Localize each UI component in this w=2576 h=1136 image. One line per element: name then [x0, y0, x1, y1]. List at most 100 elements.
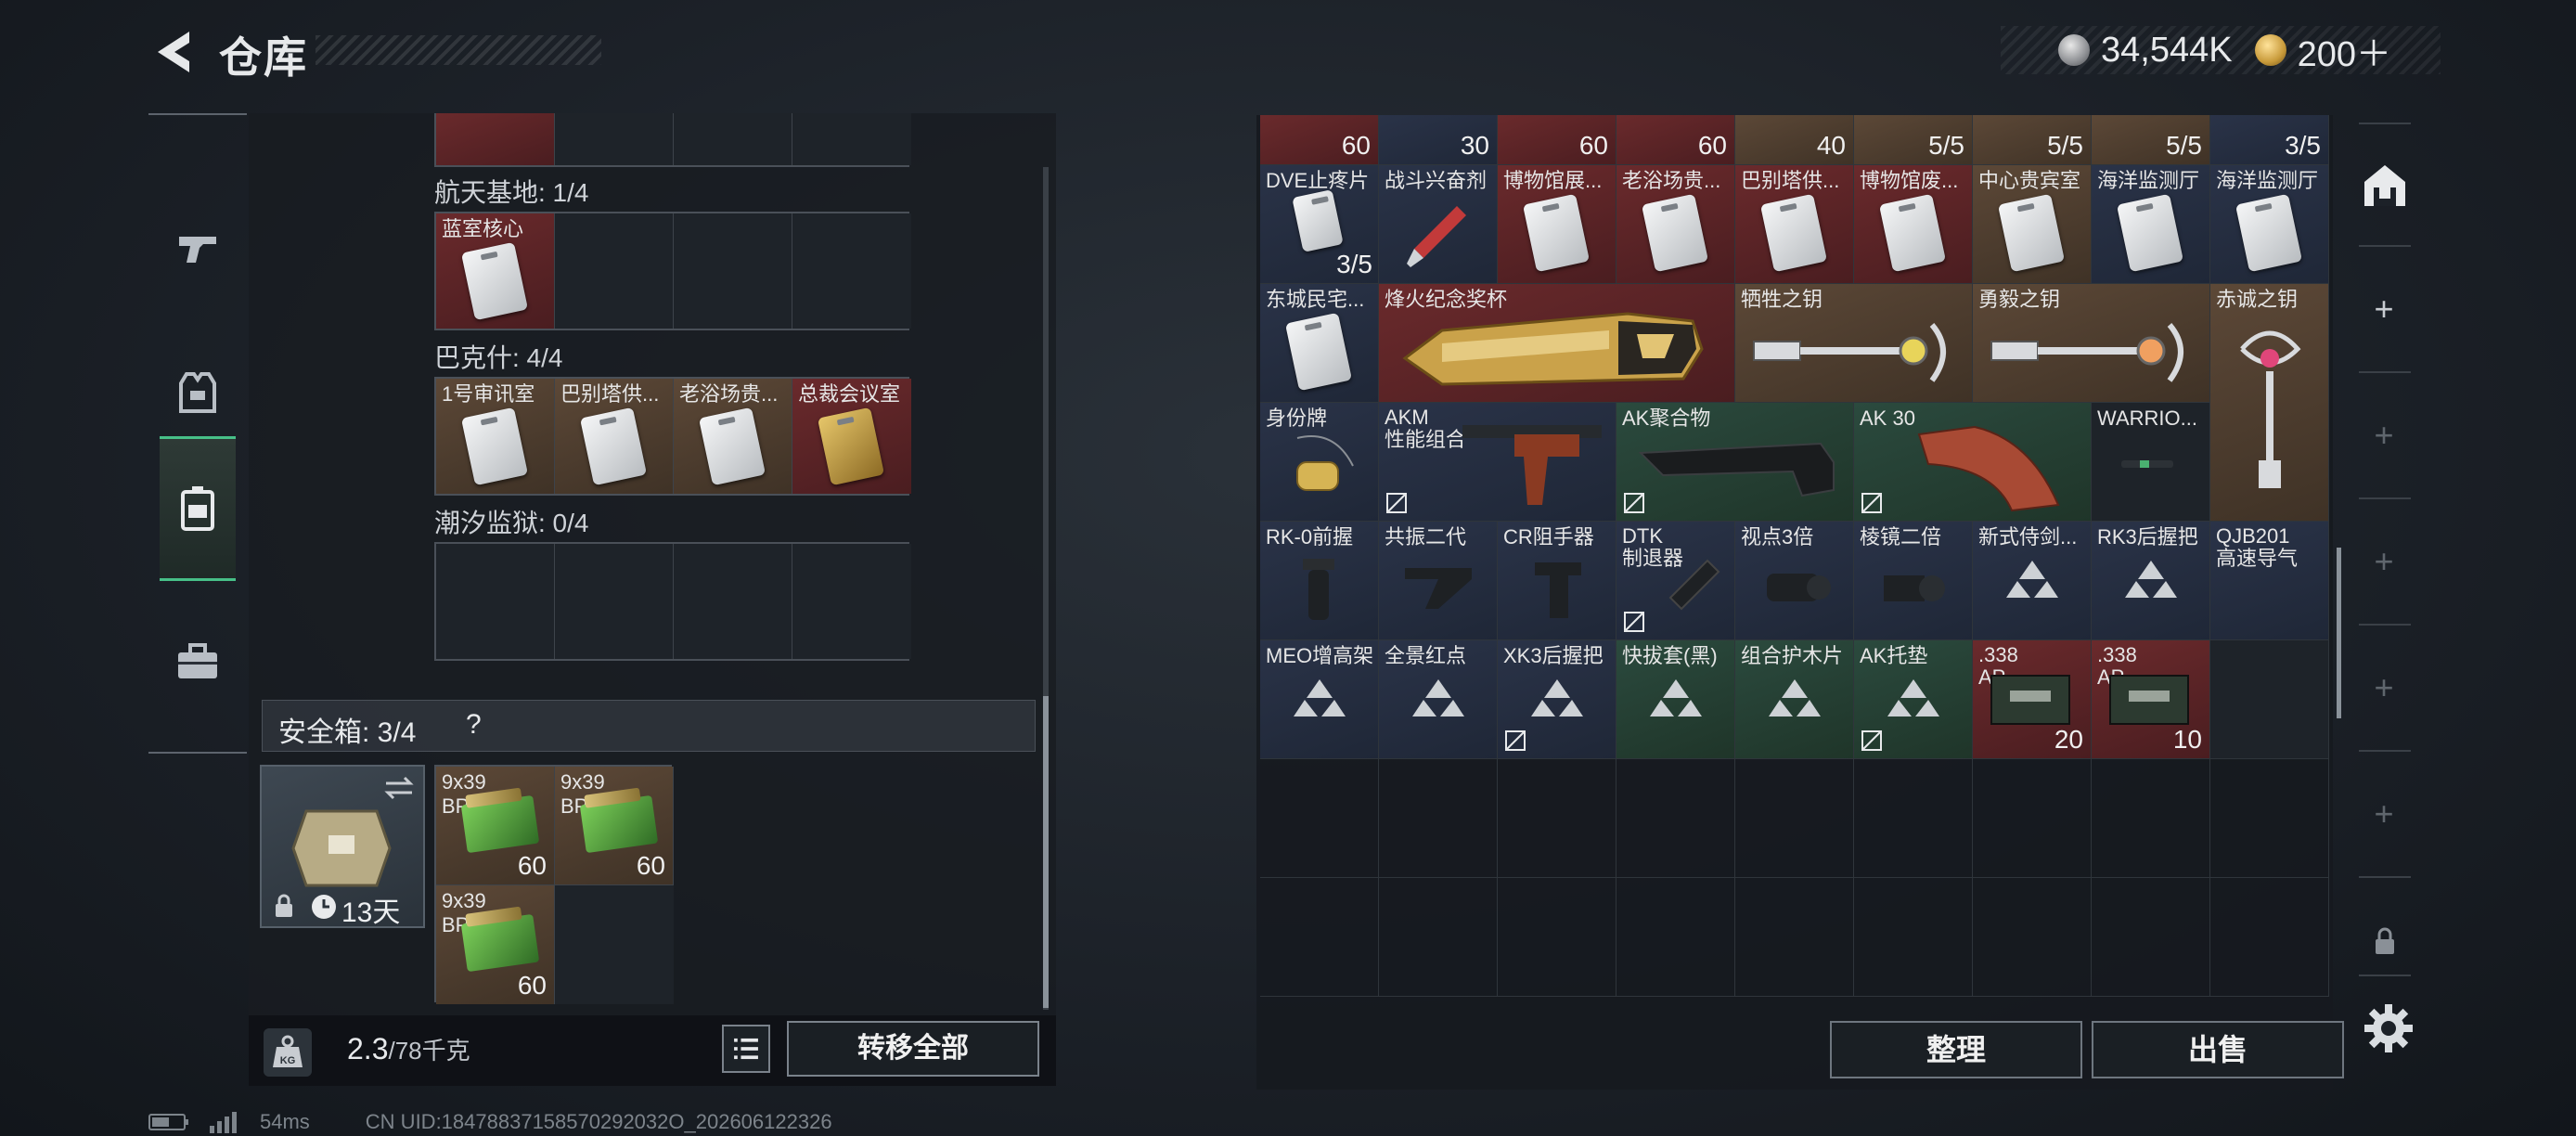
stash-slot[interactable]: DVE止疼片 3/5	[1260, 165, 1379, 284]
help-icon[interactable]: ?	[466, 709, 482, 741]
add-stash-page-icon[interactable]: +	[2370, 542, 2398, 581]
stash-slot[interactable]: 东城民宅...	[1260, 284, 1379, 403]
stash-slot[interactable]: RK3后握把	[2092, 522, 2210, 640]
empty-slot[interactable]	[1854, 759, 1973, 878]
stash-slot[interactable]: .338 AP 20	[1973, 640, 2092, 759]
empty-slot[interactable]	[674, 113, 792, 165]
stash-slot[interactable]: 战斗兴奋剂	[1379, 165, 1498, 284]
empty-slot[interactable]	[1616, 878, 1735, 997]
stash-slot[interactable]: 40	[1735, 115, 1854, 165]
stash-slot-wide[interactable]: AK聚合物	[1616, 403, 1854, 522]
empty-slot[interactable]	[1260, 759, 1379, 878]
safe-box-slot[interactable]: 13天	[260, 765, 425, 928]
empty-slot[interactable]	[1735, 878, 1854, 997]
stash-slot[interactable]: .338 AP 10	[2092, 640, 2210, 759]
stash-slot[interactable]: 老浴场贵...	[1616, 165, 1735, 284]
empty-slot[interactable]	[1379, 759, 1498, 878]
empty-slot[interactable]	[2210, 640, 2329, 759]
stash-slot[interactable]: DTK 制退器	[1616, 522, 1735, 640]
empty-slot[interactable]	[1379, 878, 1498, 997]
stash-slot[interactable]: 快拔套(黑)	[1616, 640, 1735, 759]
stash-slot[interactable]: 博物馆展...	[1498, 165, 1616, 284]
stash-slot[interactable]: AK托垫	[1854, 640, 1973, 759]
add-stash-page-icon[interactable]: +	[2370, 290, 2398, 329]
key-card-slot[interactable]: 1号审讯室	[436, 379, 555, 494]
tab-keys[interactable]	[160, 436, 236, 581]
empty-slot[interactable]	[1973, 878, 2092, 997]
stash-home-icon[interactable]	[2359, 160, 2411, 212]
stash-slot[interactable]: 视点3倍	[1735, 522, 1854, 640]
empty-slot[interactable]	[1735, 759, 1854, 878]
swap-icon[interactable]	[382, 774, 416, 802]
stash-slot[interactable]: 3/5	[2210, 115, 2329, 165]
stash-slot[interactable]: 共振二代	[1379, 522, 1498, 640]
stash-slot[interactable]: 巴别塔供...	[1735, 165, 1854, 284]
stash-slot[interactable]: 海洋监测厅	[2210, 165, 2329, 284]
left-scroll-thumb[interactable]	[1043, 696, 1049, 1008]
stash-slot[interactable]: 60	[1498, 115, 1616, 165]
empty-slot[interactable]	[674, 544, 792, 659]
empty-slot[interactable]	[436, 544, 555, 659]
stash-slot[interactable]: 60	[1260, 115, 1379, 165]
tab-weapons[interactable]	[160, 178, 236, 317]
empty-slot[interactable]	[1973, 759, 2092, 878]
stash-slot[interactable]: 棱镜二倍	[1854, 522, 1973, 640]
add-stash-page-icon[interactable]: +	[2370, 794, 2398, 833]
stash-slot[interactable]: 身份牌	[1260, 403, 1379, 522]
empty-slot[interactable]	[2210, 878, 2329, 997]
transfer-all-button[interactable]: 转移全部	[787, 1021, 1039, 1077]
stash-slot[interactable]: 全景红点	[1379, 640, 1498, 759]
empty-slot[interactable]	[2210, 759, 2329, 878]
empty-slot[interactable]	[555, 113, 674, 165]
tab-tools[interactable]	[160, 592, 236, 731]
empty-slot[interactable]	[792, 213, 911, 329]
ammo-slot[interactable]: 9x39 BP 60	[436, 885, 555, 1004]
empty-slot[interactable]	[792, 113, 911, 165]
stash-slot-tall[interactable]: 赤诚之钥	[2210, 284, 2329, 522]
key-slot[interactable]	[436, 113, 555, 165]
list-view-icon[interactable]	[722, 1025, 770, 1073]
stash-slot[interactable]: 中心贵宾室	[1973, 165, 2092, 284]
stash-slot[interactable]: 5/5	[2092, 115, 2210, 165]
key-card-slot[interactable]: 总裁会议室	[792, 379, 911, 494]
ammo-slot[interactable]: 9x39 BP 60	[436, 767, 555, 885]
stash-slot[interactable]: 海洋监测厅	[2092, 165, 2210, 284]
key-card-slot[interactable]: 巴别塔供...	[555, 379, 674, 494]
sort-button[interactable]: 整理	[1830, 1021, 2082, 1078]
empty-slot[interactable]	[792, 544, 911, 659]
stash-slot[interactable]: 组合护木片	[1735, 640, 1854, 759]
stash-slot-wide[interactable]: AK 30	[1854, 403, 2092, 522]
key-card-slot[interactable]: 蓝室核心	[436, 213, 555, 329]
stash-slot-wide[interactable]: 勇毅之钥	[1973, 284, 2210, 403]
empty-slot[interactable]	[555, 544, 674, 659]
empty-slot[interactable]	[674, 213, 792, 329]
stash-slot[interactable]: CR阻手器	[1498, 522, 1616, 640]
stash-slot-wide[interactable]: 牺牲之钥	[1735, 284, 1973, 403]
gold-currency-value[interactable]: 200＋	[2298, 25, 2391, 76]
stash-slot[interactable]: 5/5	[1973, 115, 2092, 165]
empty-slot[interactable]	[555, 885, 674, 1004]
sell-button[interactable]: 出售	[2092, 1021, 2344, 1078]
stash-slot[interactable]: WARRIO...	[2092, 403, 2210, 522]
empty-slot[interactable]	[2092, 759, 2210, 878]
add-stash-page-icon[interactable]: +	[2370, 416, 2398, 455]
ammo-slot[interactable]: 9x39 BP 60	[555, 767, 674, 885]
stash-slot-wide[interactable]: AKM 性能组合	[1379, 403, 1616, 522]
key-card-slot[interactable]: 老浴场贵...	[674, 379, 792, 494]
empty-slot[interactable]	[1616, 759, 1735, 878]
stash-slot[interactable]: 新式侍剑...	[1973, 522, 2092, 640]
stash-slot[interactable]: 博物馆废...	[1854, 165, 1973, 284]
empty-slot[interactable]	[1498, 878, 1616, 997]
stash-slot[interactable]: RK-0前握	[1260, 522, 1379, 640]
empty-slot[interactable]	[1854, 878, 1973, 997]
stash-slot[interactable]: XK3后握把	[1498, 640, 1616, 759]
back-arrow-icon[interactable]	[148, 26, 197, 78]
empty-slot[interactable]	[1260, 878, 1379, 997]
add-stash-page-icon[interactable]: +	[2370, 668, 2398, 707]
stash-slot[interactable]: MEO增高架	[1260, 640, 1379, 759]
stash-slot[interactable]: 60	[1616, 115, 1735, 165]
stash-slot[interactable]: QJB201 高速导气	[2210, 522, 2329, 640]
empty-slot[interactable]	[555, 213, 674, 329]
empty-slot[interactable]	[1498, 759, 1616, 878]
stash-slot[interactable]: 30	[1379, 115, 1498, 165]
